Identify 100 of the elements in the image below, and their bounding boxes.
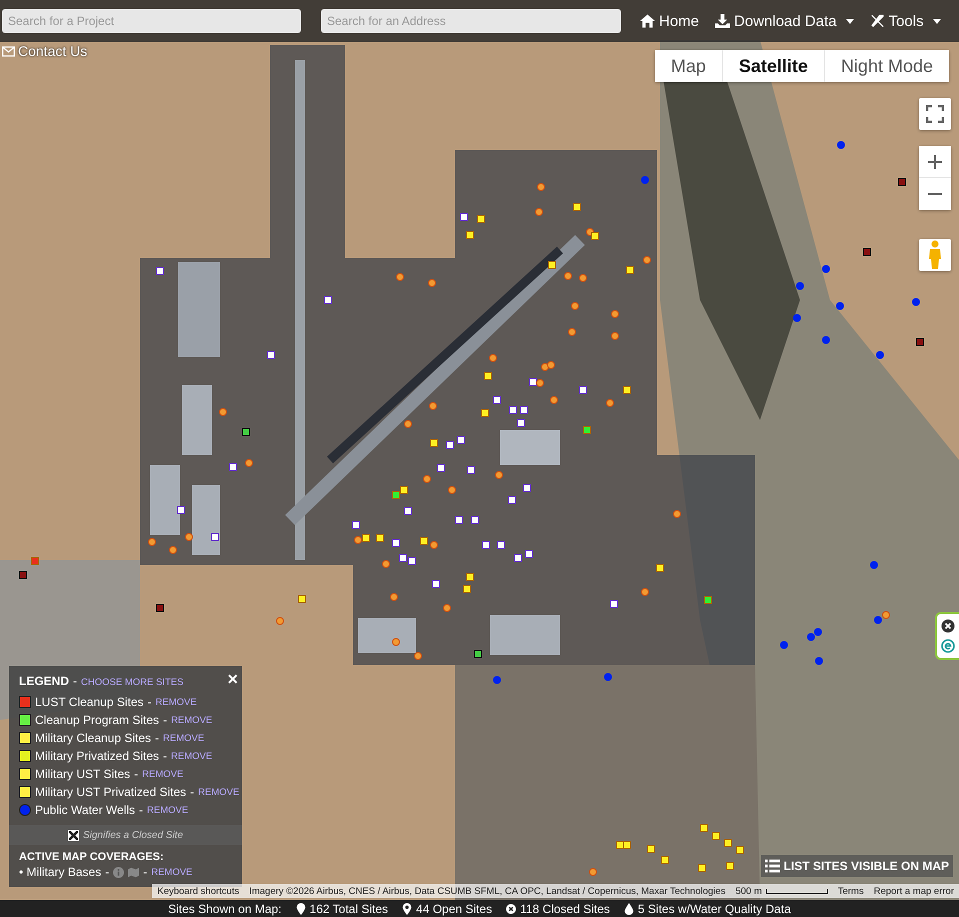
site-marker[interactable] (477, 215, 485, 223)
closed-circle-icon (506, 902, 516, 914)
address-search-field[interactable]: Search for an Address (321, 9, 621, 33)
close-button[interactable]: × (227, 673, 238, 685)
map-icon[interactable] (128, 866, 140, 878)
scale-label: 500 m (730, 886, 833, 896)
download-icon (715, 14, 730, 28)
site-count: 5 Sites w/Water Quality Data (638, 902, 791, 916)
site-marker[interactable] (616, 841, 624, 849)
site-marker[interactable] (704, 596, 712, 604)
fullscreen-button[interactable] (919, 98, 951, 130)
closed-site-icon (68, 830, 79, 840)
site-marker[interactable] (362, 534, 370, 542)
site-marker[interactable] (626, 266, 634, 274)
remove-link[interactable]: REMOVE (198, 786, 240, 798)
zoom-out-button[interactable] (919, 178, 951, 210)
site-marker[interactable] (623, 386, 631, 394)
site-marker[interactable] (463, 585, 471, 593)
site-count: 118 Closed Sites (520, 902, 610, 916)
site-marker[interactable] (376, 534, 384, 542)
separator-text: - (143, 865, 148, 879)
legend-label: Military UST Privatized Sites (35, 785, 186, 799)
map-type-tab[interactable]: Night Mode (824, 50, 949, 82)
site-marker[interactable] (736, 846, 744, 854)
plus-icon (927, 154, 943, 170)
site-marker[interactable] (724, 839, 732, 847)
home-icon (640, 14, 655, 28)
nav-menu-button[interactable]: Home (635, 8, 704, 34)
legend-label: Cleanup Program Sites (35, 713, 160, 727)
coverages-title: ACTIVE MAP COVERAGES: (19, 851, 165, 863)
site-marker[interactable] (698, 864, 706, 872)
site-count: 44 Open Sites (416, 902, 492, 916)
separator-text: - (148, 695, 152, 709)
scale-bar (766, 888, 828, 894)
coverage-label: • Military Bases (19, 865, 102, 879)
site-marker[interactable] (573, 203, 581, 211)
envelope-icon (2, 46, 15, 56)
site-marker[interactable] (583, 426, 591, 434)
site-marker[interactable] (661, 856, 669, 864)
separator-text: - (139, 803, 144, 817)
fullscreen-icon (926, 105, 944, 123)
legend-label: LUST Cleanup Sites (35, 695, 144, 709)
list-icon (764, 859, 780, 873)
site-count: 162 Total Sites (310, 902, 388, 916)
remove-link[interactable]: REMOVE (156, 696, 197, 708)
separator-text: - (163, 749, 168, 763)
report-error-link[interactable]: Report a map error (868, 886, 959, 896)
e-circle-icon[interactable] (941, 639, 955, 653)
site-marker[interactable] (298, 595, 306, 603)
separator-text: - (105, 865, 110, 879)
zoom-in-button[interactable] (919, 146, 951, 178)
site-marker[interactable] (481, 409, 489, 417)
separator-text: - (163, 713, 168, 727)
street-view-button[interactable] (919, 239, 951, 271)
nav-menu-button[interactable]: Tools (864, 8, 946, 34)
remove-link[interactable]: REMOVE (171, 714, 212, 726)
site-marker[interactable] (420, 537, 428, 545)
separator-text: - (190, 785, 194, 799)
site-marker[interactable] (484, 372, 492, 380)
site-marker[interactable] (656, 564, 664, 572)
site-marker[interactable] (466, 573, 474, 581)
map-type-tab[interactable]: Satellite (722, 50, 825, 82)
water-drop-icon (624, 902, 634, 914)
keyboard-shortcuts-link[interactable]: Keyboard shortcuts (152, 886, 244, 896)
separator-text: - (73, 674, 78, 688)
remove-link[interactable]: REMOVE (142, 768, 184, 780)
terms-link[interactable]: Terms (832, 886, 869, 896)
site-marker[interactable] (712, 832, 720, 840)
map-type-tab[interactable]: Map (654, 50, 723, 82)
site-marker[interactable] (392, 491, 400, 499)
site-marker[interactable] (700, 824, 708, 832)
remove-link[interactable]: REMOVE (163, 732, 204, 744)
legend-label: Public Water Wells (35, 803, 136, 817)
site-marker[interactable] (400, 486, 408, 494)
project-search-field[interactable]: Search for a Project (2, 9, 301, 33)
site-marker[interactable] (31, 557, 39, 565)
remove-link[interactable]: REMOVE (151, 866, 192, 878)
info-icon[interactable] (113, 866, 124, 878)
legend-label: Military UST Sites (35, 767, 130, 781)
legend-title: LEGEND (19, 674, 70, 688)
site-marker[interactable] (430, 439, 438, 447)
nav-menu-button[interactable]: Download Data (710, 8, 859, 34)
close-icon[interactable] (941, 619, 955, 633)
remove-link[interactable]: REMOVE (147, 804, 188, 816)
site-marker[interactable] (591, 232, 599, 240)
remove-link[interactable]: REMOVE (171, 750, 212, 762)
separator-text: - (155, 731, 160, 745)
choose-more-sites-link[interactable]: CHOOSE MORE SITES (81, 677, 184, 688)
site-marker[interactable] (548, 261, 556, 269)
tools-icon (870, 14, 885, 28)
site-marker[interactable] (466, 231, 474, 239)
legend-label: Military Cleanup Sites (35, 731, 152, 745)
pin-icon (296, 902, 306, 914)
status-label: Sites Shown on Map: (168, 902, 282, 916)
list-sites-button[interactable]: LIST SITES VISIBLE ON MAP (760, 855, 953, 877)
site-marker[interactable] (726, 862, 734, 870)
pin-icon (402, 902, 412, 914)
minus-icon (927, 193, 943, 195)
imagery-credit: Imagery ©2026 Airbus, CNES / Airbus, Data CSUMB SFML, CA OPC, Landsat / Copernicus, Maxar Technologies (248, 886, 726, 896)
site-marker[interactable] (647, 845, 655, 853)
